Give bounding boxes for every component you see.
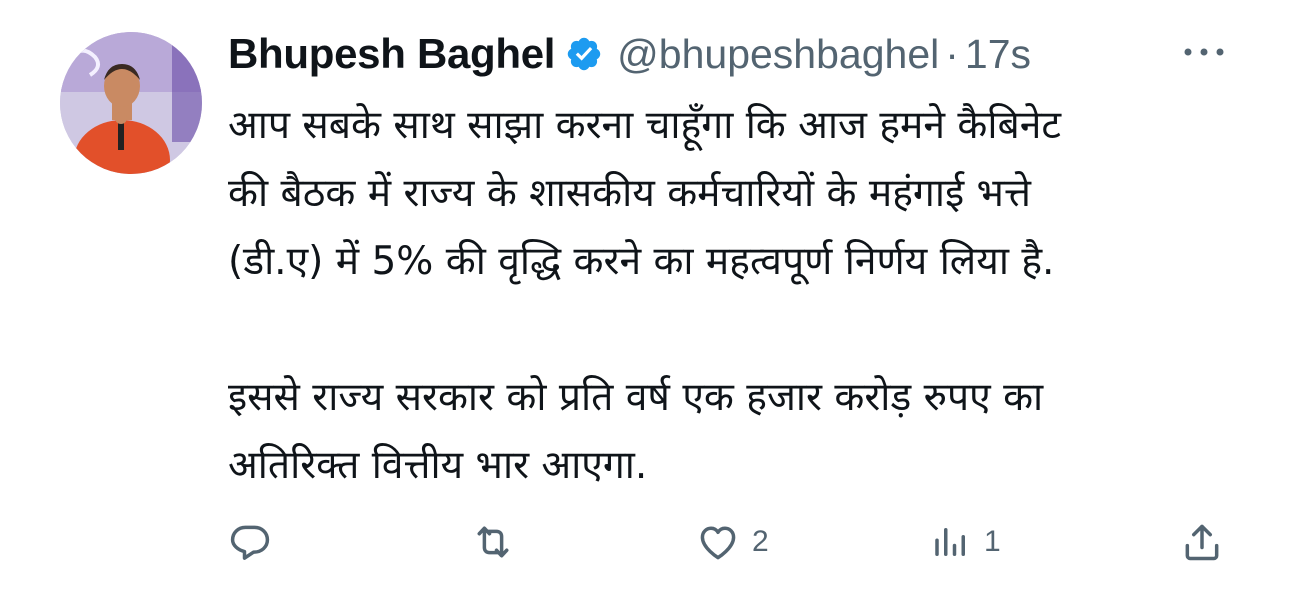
more-options-icon[interactable] (1180, 40, 1228, 64)
views-icon (930, 520, 972, 564)
verified-badge-icon (565, 35, 603, 73)
share-button[interactable] (1180, 512, 1236, 572)
tweet-line: आप सबके साथ साझा करना चाहूँगा कि आज हमने… (228, 103, 1062, 148)
retweet-icon (470, 520, 516, 564)
views-count: 1 (984, 525, 1001, 558)
handle[interactable]: @bhupeshbaghel (617, 31, 939, 78)
tweet-line: इससे राज्य सरकार को प्रति वर्ष एक हजार क… (228, 375, 1044, 420)
like-button[interactable]: 2 (696, 512, 769, 572)
tweet-line: की बैठक में राज्य के शासकीय कर्मचारियों … (228, 171, 1031, 216)
tweet[interactable]: Bhupesh Baghel @bhupeshbaghel · 17s आप स… (0, 0, 1290, 606)
reply-button[interactable] (228, 512, 284, 572)
tweet-line: अतिरिक्त वित्तीय भार आएगा. (228, 443, 648, 488)
share-icon (1180, 520, 1224, 564)
retweet-button[interactable] (470, 512, 528, 572)
tweet-line: (डी.ए) में 5% की वृद्धि करने का महत्वपूर… (228, 239, 1055, 284)
display-name[interactable]: Bhupesh Baghel (228, 30, 555, 78)
reply-icon (228, 520, 272, 564)
heart-icon (696, 520, 740, 564)
separator-dot: · (945, 30, 959, 77)
tweet-text: आप सबके साथ साझा करना चाहूँगा कि आज हमने… (228, 92, 1258, 500)
tweet-header: Bhupesh Baghel @bhupeshbaghel · 17s (228, 26, 1031, 82)
action-bar: 2 1 (0, 512, 1290, 572)
views-button[interactable]: 1 (930, 512, 1001, 572)
avatar[interactable] (60, 32, 202, 174)
like-count: 2 (752, 525, 769, 558)
timestamp[interactable]: 17s (965, 31, 1031, 78)
